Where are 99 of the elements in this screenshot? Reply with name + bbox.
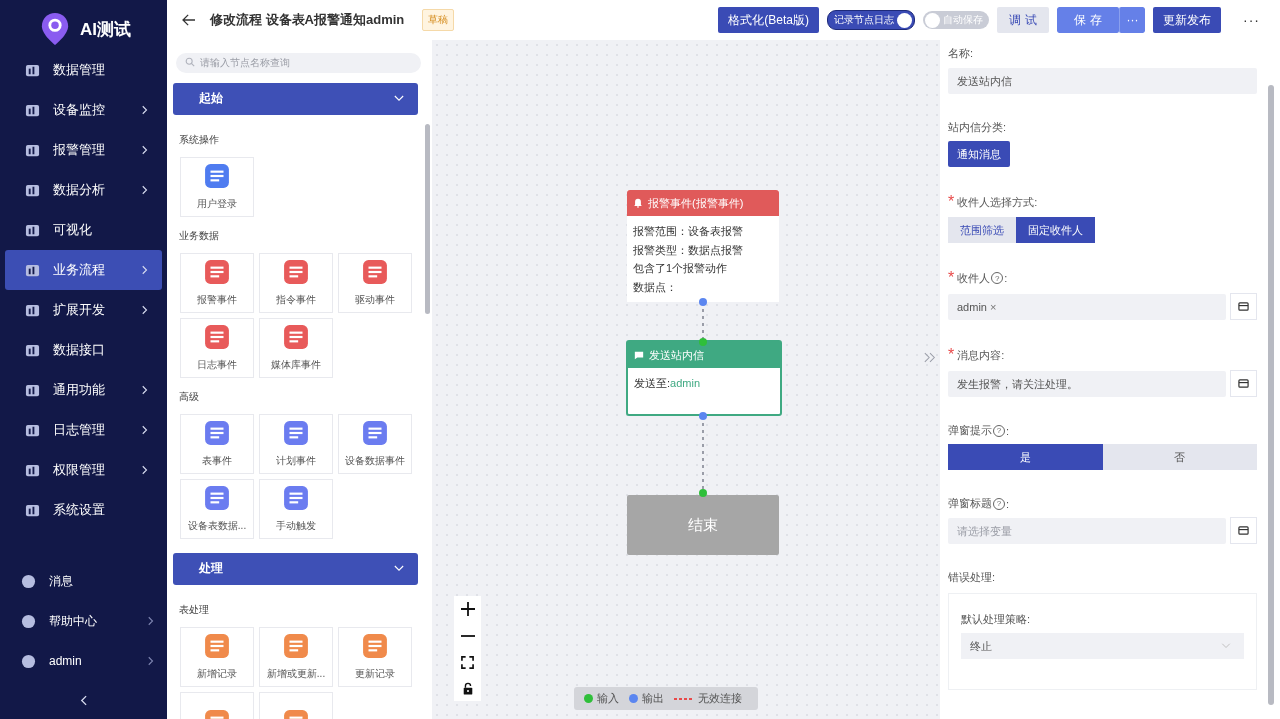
chevron-down-icon: [394, 565, 404, 572]
bell-icon: [633, 198, 643, 208]
save-options-button[interactable]: ···: [1119, 7, 1145, 33]
connector-drawing: [699, 298, 707, 346]
required-mark: *: [948, 269, 955, 287]
sidebar-item[interactable]: 设备监控: [5, 90, 162, 130]
sidebar-item[interactable]: 数据接口: [5, 330, 162, 370]
node-tile[interactable]: 用户登录: [180, 156, 254, 217]
node-tile[interactable]: 新增记录: [180, 626, 254, 687]
format-button[interactable]: 格式化(Beta版): [718, 7, 819, 33]
search-field[interactable]: 请输入节点名称查询: [176, 52, 421, 73]
segment-option[interactable]: 否: [1102, 444, 1257, 470]
remove-tag-button[interactable]: ×: [989, 301, 997, 313]
sidebar-item[interactable]: admin: [5, 641, 162, 681]
toggle-switch[interactable]: 记录节点日志: [827, 10, 915, 30]
variable-button[interactable]: [1230, 517, 1257, 544]
field-label: 收件人: [957, 270, 991, 286]
chevron-down-icon: [1221, 643, 1231, 649]
debug-button[interactable]: 调 试: [997, 7, 1049, 33]
fullscreen-icon[interactable]: [461, 656, 474, 669]
field-label: 名称:: [948, 46, 975, 61]
node-tile[interactable]: 设备表数据...: [180, 478, 254, 539]
colon-text: :: [1006, 424, 1010, 437]
sidebar-item[interactable]: 扩展开发: [5, 290, 162, 330]
required-mark: *: [948, 346, 955, 364]
sidebar-item[interactable]: 报警管理: [5, 130, 162, 170]
sidebar-item[interactable]: 权限管理: [5, 450, 162, 490]
sidebar-item[interactable]: 通用功能: [5, 370, 162, 410]
node-tile[interactable]: 指令事件: [259, 252, 333, 313]
legend-label: 输入: [597, 691, 619, 706]
strategy-select[interactable]: 终止: [961, 633, 1244, 659]
required-mark: *: [948, 193, 955, 211]
group-title: 表处理: [179, 602, 210, 617]
field-label: 错误处理:: [948, 570, 997, 585]
recipient-field[interactable]: admin ×: [948, 294, 1226, 320]
note-icon: [1238, 378, 1249, 389]
app-title: AI测试: [80, 18, 131, 41]
node-tile[interactable]: 新增或更新...: [259, 626, 333, 687]
sidebar-item[interactable]: 系统设置: [5, 490, 162, 530]
field-label: 收件人选择方式:: [957, 194, 1038, 210]
colon-text: :: [1004, 272, 1008, 284]
group-title: 业务数据: [179, 228, 220, 243]
colon-text: :: [1006, 497, 1010, 510]
variable-button[interactable]: [1230, 370, 1257, 397]
chevron-down-icon: [394, 95, 404, 102]
collapse-icon[interactable]: [80, 694, 87, 706]
status-badge: 草稿: [422, 9, 455, 31]
scrollbar-thumb[interactable]: [1268, 85, 1274, 705]
lock-icon[interactable]: [461, 682, 474, 695]
segment-option[interactable]: 是: [948, 444, 1103, 470]
name-field[interactable]: 发送站内信: [948, 68, 1257, 94]
publish-button[interactable]: 更新发布: [1153, 7, 1221, 33]
node-tile[interactable]: 日志事件: [180, 317, 254, 378]
sidebar-item[interactable]: 可视化: [5, 210, 162, 250]
category-button[interactable]: 通知消息: [948, 141, 1010, 167]
plus-icon[interactable]: [460, 602, 475, 616]
recipient-tag: admin: [957, 301, 987, 313]
node-tile[interactable]: 手动触发: [259, 478, 333, 539]
search-icon: [185, 57, 195, 67]
node-tile[interactable]: 媒体库事件: [259, 317, 333, 378]
message-field[interactable]: 发生报警，请关注处理。: [948, 371, 1226, 397]
scrollbar-thumb[interactable]: [425, 124, 430, 314]
node-tile[interactable]: 设备数据事件: [338, 413, 412, 474]
location-pin-icon: [40, 12, 70, 46]
field-label: 弹窗标题: [948, 496, 992, 511]
node-tile[interactable]: 驱动事件: [338, 252, 412, 313]
node-tile[interactable]: 计划事件: [259, 413, 333, 474]
legend-label: 无效连接: [698, 691, 742, 706]
field-label: 默认处理策略:: [961, 612, 1032, 627]
segment-option[interactable]: 固定收件人: [1016, 217, 1095, 243]
chat-icon: [634, 350, 644, 360]
note-icon: [1238, 301, 1249, 312]
section-header[interactable]: 处理: [173, 552, 418, 585]
node-tile[interactable]: 更新记录: [338, 626, 412, 687]
action-node[interactable]: 发送站内信 发送至:admin: [626, 340, 782, 416]
section-header[interactable]: 起始: [173, 82, 418, 115]
back-arrow-icon[interactable]: [182, 14, 196, 26]
node-tile[interactable]: 报警事件: [180, 252, 254, 313]
group-title: 系统操作: [179, 132, 220, 147]
sidebar-item[interactable]: 业务流程: [5, 250, 162, 290]
popup-title-field[interactable]: 请选择变量: [948, 518, 1226, 544]
field-label: 弹窗提示: [948, 423, 992, 438]
sidebar-item[interactable]: 日志管理: [5, 410, 162, 450]
page-title: 修改流程 设备表A报警通知admin: [210, 11, 405, 29]
variable-button[interactable]: [1230, 293, 1257, 320]
sidebar-item[interactable]: 数据分析: [5, 170, 162, 210]
sidebar-item[interactable]: 帮助中心: [5, 601, 162, 641]
sidebar-item[interactable]: 消息: [5, 561, 162, 601]
node-tile[interactable]: 表事件: [180, 413, 254, 474]
group-title: 高级: [179, 389, 200, 404]
sidebar-item[interactable]: 数据管理: [5, 50, 162, 90]
field-label: 站内信分类:: [948, 120, 1008, 135]
more-button[interactable]: ···: [1237, 11, 1266, 29]
segment-option[interactable]: 范围筛选: [948, 217, 1016, 243]
note-icon: [1238, 525, 1249, 536]
event-node[interactable]: 报警事件(报警事件) 报警范围：设备表报警 报警类型：数据点报警 包含了1个报警动作 数据点：: [627, 190, 779, 302]
field-label: 消息内容:: [957, 347, 1005, 363]
legend-label: 输出: [642, 691, 664, 706]
save-button[interactable]: 保 存: [1057, 7, 1119, 33]
